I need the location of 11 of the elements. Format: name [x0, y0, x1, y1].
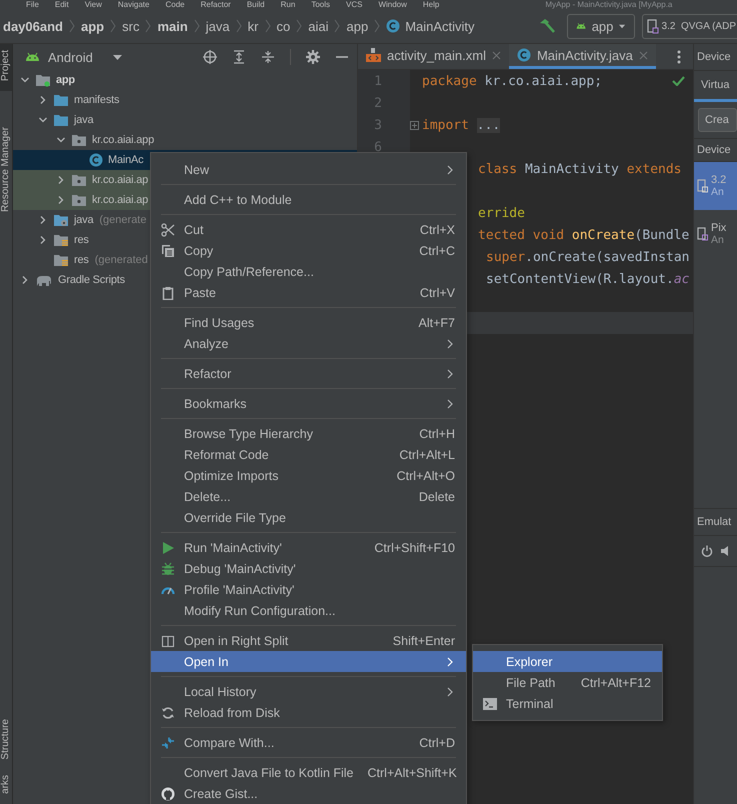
code-line: tected void onCreate(Bundle [478, 228, 690, 242]
code-line: super.onCreate(savedInstan [486, 250, 690, 264]
column-header: Device [697, 144, 731, 156]
window-title: MyApp - MainActivity.java [MyApp.a [545, 0, 672, 9]
code-line: import ... [422, 118, 500, 132]
panel-title: Emulat [697, 516, 732, 528]
code-line: class MainActivity extends [478, 162, 682, 176]
panel-title: Device [697, 51, 731, 63]
code-line: package kr.co.aiai.app; [422, 74, 602, 88]
code-line: erride [478, 206, 525, 220]
code-line: setContentView(R.layout.ac [486, 272, 690, 286]
